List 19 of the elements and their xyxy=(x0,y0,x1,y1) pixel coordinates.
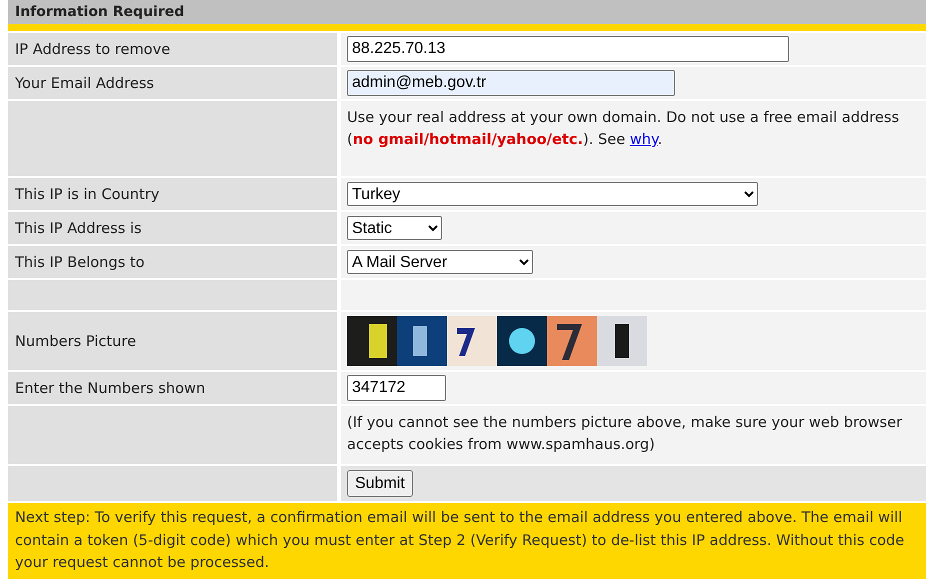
input-field[interactable]: 88.225.70.13 xyxy=(347,36,789,62)
submit-button[interactable]: Submit xyxy=(347,470,413,497)
dropdown[interactable]: A Mail Server xyxy=(347,250,533,274)
field-label: Numbers Picture xyxy=(15,332,136,350)
why-link[interactable]: why xyxy=(630,131,658,148)
field-label: Enter the Numbers shown xyxy=(15,380,206,396)
field-label: This IP Belongs to xyxy=(15,254,145,270)
input-field[interactable]: 347172 xyxy=(347,375,446,401)
input-field[interactable]: admin@meb.gov.tr xyxy=(347,70,675,96)
dropdown[interactable]: Turkey xyxy=(347,182,758,206)
dropdown[interactable]: Static xyxy=(347,216,442,240)
field-label: This IP Address is xyxy=(15,220,142,236)
field-label: IP Address to remove xyxy=(15,40,170,58)
info-text: Next step: To verify this request, a confirmation email will be sent to the email address you entered above. The email will contain a token (5-digit code) which you must enter at Step 2 (Verify Request) to de-list this IP address. Without this code your request cannot be processed. xyxy=(15,509,904,571)
help-text: Use your real address at your own domain. Do not use a free email address (no gmail/hotmail/yahoo/etc.). See why. xyxy=(347,108,900,150)
field-label: This IP is in Country xyxy=(15,186,160,202)
section-title: Information Required xyxy=(15,4,184,20)
help-text: (If you cannot see the numbers picture above, make sure your web browser accepts cookies from www.spamhaus.org) xyxy=(347,413,904,455)
field-label: Your Email Address xyxy=(15,74,154,92)
